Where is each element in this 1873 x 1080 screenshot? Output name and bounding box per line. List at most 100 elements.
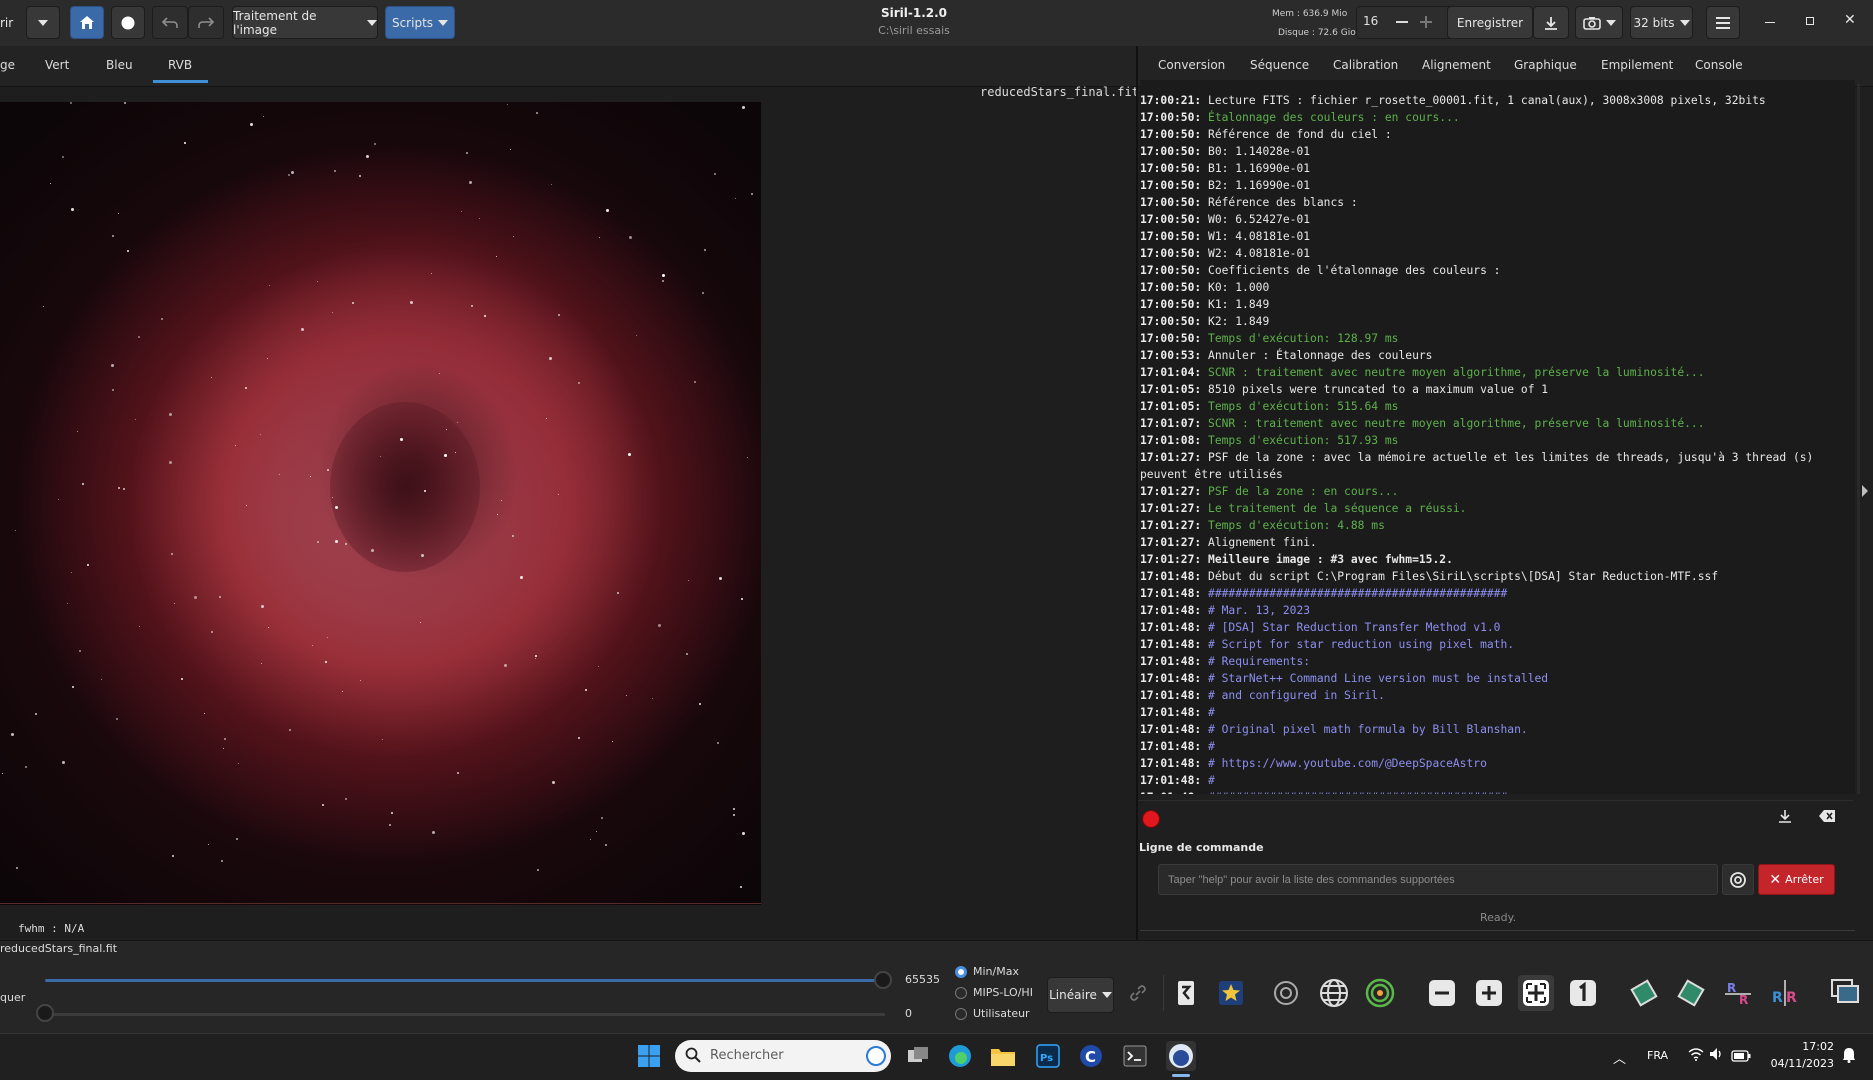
console-line: 17:00:50: Temps d'exécution: 128.97 ms: [1140, 330, 1855, 347]
tab-stacking[interactable]: Empilement: [1601, 58, 1673, 72]
photometry-button[interactable]: [1362, 975, 1398, 1011]
star: [359, 175, 361, 177]
link-channels-button[interactable]: [1120, 975, 1156, 1011]
rotate-left-button[interactable]: [1626, 975, 1662, 1011]
save-button[interactable]: Enregistrer: [1447, 6, 1533, 39]
snapshot-button[interactable]: [1575, 6, 1623, 39]
volume-icon[interactable]: [1709, 1046, 1725, 1065]
svg-text:R: R: [1786, 990, 1797, 1006]
bit-depth-menu[interactable]: 32 bits: [1630, 6, 1693, 39]
star: [332, 497, 333, 498]
radio-mips[interactable]: [955, 987, 967, 999]
battery-icon[interactable]: [1731, 1047, 1751, 1066]
chevron-up-icon[interactable]: ︿: [1613, 1048, 1626, 1067]
clear-log-button[interactable]: [1818, 808, 1836, 828]
ccleaner-app[interactable]: C: [1076, 1041, 1106, 1071]
open-button-label[interactable]: rir: [0, 16, 13, 30]
astrometry-button[interactable]: [1316, 975, 1352, 1011]
tab-rgb[interactable]: RVB: [168, 58, 192, 72]
photoshop-app[interactable]: Ps: [1033, 1041, 1063, 1071]
edge-app[interactable]: [945, 1041, 975, 1071]
tab-conversion[interactable]: Conversion: [1158, 58, 1225, 72]
console-line: 17:01:48: # StarNet++ Command Line versi…: [1140, 670, 1855, 687]
undo-button[interactable]: [152, 6, 188, 39]
histogram-button[interactable]: [1168, 975, 1204, 1011]
siril-app[interactable]: [1166, 1041, 1196, 1071]
radio-minmax[interactable]: [955, 966, 967, 978]
low-slider-knob[interactable]: [36, 1004, 54, 1022]
notification-bell-icon[interactable]: [1842, 1047, 1856, 1067]
main-menu-button[interactable]: [1706, 6, 1740, 39]
star: [461, 211, 462, 212]
open-menu-button[interactable]: [26, 6, 60, 39]
mirror-x-button[interactable]: RR: [1720, 975, 1756, 1011]
star: [457, 772, 459, 774]
high-slider-track[interactable]: [45, 979, 885, 982]
tab-console[interactable]: Console: [1695, 58, 1743, 72]
mirror-y-button[interactable]: RR: [1767, 975, 1803, 1011]
console-message: # and configured in Siril.: [1208, 689, 1385, 702]
task-view-app[interactable]: [903, 1041, 933, 1071]
frame-button[interactable]: [1828, 975, 1864, 1011]
terminal-app[interactable]: [1120, 1041, 1150, 1071]
minus-icon[interactable]: [1396, 21, 1408, 23]
star: [410, 301, 413, 304]
file-explorer-app[interactable]: [988, 1041, 1018, 1071]
wifi-icon[interactable]: [1688, 1046, 1704, 1065]
zoom-out-icon: [1429, 980, 1455, 1006]
command-help-button[interactable]: [1722, 864, 1754, 895]
save-log-button[interactable]: [1777, 808, 1793, 828]
home-button[interactable]: [70, 6, 104, 39]
tab-calibration[interactable]: Calibration: [1333, 58, 1398, 72]
zoom-in-button[interactable]: [1471, 975, 1507, 1011]
divider: [1140, 930, 1855, 931]
stretch-select[interactable]: Linéaire: [1047, 977, 1114, 1013]
save-as-button[interactable]: [1533, 6, 1569, 39]
zoom-fit-button[interactable]: [1518, 975, 1554, 1011]
tab-registration[interactable]: Alignement: [1422, 58, 1491, 72]
tab-green[interactable]: Vert: [45, 58, 69, 72]
close-icon[interactable]: ✕: [1844, 12, 1856, 28]
windows-start-button[interactable]: [634, 1041, 664, 1071]
console-message: #: [1208, 740, 1215, 753]
star: [497, 514, 498, 515]
tab-sequence[interactable]: Séquence: [1250, 58, 1309, 72]
high-slider-knob[interactable]: [874, 971, 892, 989]
star: [71, 572, 72, 573]
stop-button[interactable]: ✕ Arrêter: [1758, 864, 1835, 895]
clock-time[interactable]: 17:02: [1786, 1040, 1834, 1053]
search-placeholder: Rechercher: [710, 1048, 784, 1063]
star: [740, 886, 742, 888]
live-stack-button[interactable]: [111, 6, 145, 39]
tab-plot[interactable]: Graphique: [1514, 58, 1577, 72]
image-filename-bottom: reducedStars_final.fit: [0, 942, 118, 955]
star: [686, 653, 688, 655]
input-language[interactable]: FRA: [1647, 1049, 1668, 1062]
console-log[interactable]: 17:00:21: Lecture FITS : fichier r_roset…: [1140, 80, 1855, 794]
clock-date[interactable]: 04/11/2023: [1766, 1057, 1834, 1070]
command-input[interactable]: [1158, 864, 1718, 895]
star: [551, 184, 552, 185]
scripts-menu[interactable]: Scripts: [385, 6, 455, 39]
panel-expand-icon[interactable]: [1862, 485, 1868, 497]
tab-red-partial[interactable]: ge: [0, 58, 15, 72]
console-line: 17:01:48: # Mar. 13, 2023: [1140, 602, 1855, 619]
zoom-one-button[interactable]: [1565, 975, 1601, 1011]
minimize-icon[interactable]: [1765, 22, 1775, 23]
threads-value[interactable]: 16: [1363, 14, 1378, 28]
star: [35, 713, 37, 715]
redo-button[interactable]: [188, 6, 224, 39]
record-log-icon[interactable]: [1142, 810, 1160, 828]
low-slider-track[interactable]: [45, 1013, 885, 1016]
star-button[interactable]: [1213, 975, 1249, 1011]
zoom-out-button[interactable]: [1424, 975, 1460, 1011]
rotate-right-button[interactable]: [1673, 975, 1709, 1011]
radio-user[interactable]: [955, 1008, 967, 1020]
star: [269, 285, 270, 286]
maximize-icon[interactable]: [1806, 17, 1814, 25]
image-canvas[interactable]: [0, 102, 761, 905]
galaxy-button[interactable]: [1268, 975, 1304, 1011]
image-processing-menu[interactable]: Traitement de l'image: [232, 6, 378, 39]
tab-blue[interactable]: Bleu: [106, 58, 133, 72]
console-scrollbar[interactable]: [1857, 84, 1860, 794]
